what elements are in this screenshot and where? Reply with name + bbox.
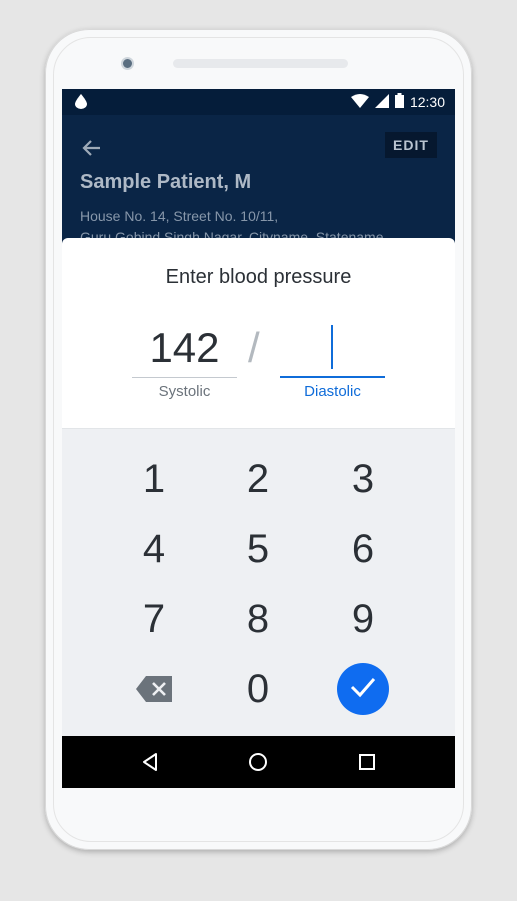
systolic-underline	[132, 377, 237, 378]
backspace-icon[interactable]	[114, 659, 194, 719]
signal-icon	[374, 93, 389, 111]
battery-icon	[394, 93, 404, 111]
key-1[interactable]: 1	[114, 449, 194, 509]
recents-square-icon[interactable]	[355, 750, 379, 774]
status-time: 12:30	[409, 94, 445, 110]
systolic-label: Systolic	[158, 383, 211, 400]
key-2[interactable]: 2	[218, 449, 298, 509]
blood-pressure-sheet: Enter blood pressure 142 / Systolic Dias…	[62, 238, 455, 428]
key-6[interactable]: 6	[323, 519, 403, 579]
check-icon	[349, 676, 377, 703]
done-button[interactable]	[337, 663, 389, 715]
patient-header: EDIT Sample Patient, M House No. 14, Str…	[62, 115, 455, 245]
key-0[interactable]: 0	[218, 659, 298, 719]
diastolic-label: Diastolic	[304, 383, 361, 400]
front-camera-icon	[121, 57, 134, 70]
status-bar: 12:30	[62, 89, 455, 115]
patient-name: Sample Patient, M	[80, 171, 252, 193]
systolic-input[interactable]: 142	[132, 320, 237, 378]
back-triangle-icon[interactable]	[138, 750, 162, 774]
phone-screen: 12:30 EDIT Sample Patient, M House No. 1…	[62, 89, 455, 788]
back-arrow-icon[interactable]	[79, 135, 105, 161]
key-5[interactable]: 5	[218, 519, 298, 579]
numeric-keypad: 1 2 3 4 5 6 7 8 9 0	[62, 428, 455, 737]
diastolic-underline	[280, 376, 385, 378]
drop-icon	[75, 94, 87, 112]
earpiece-speaker	[173, 59, 348, 68]
sheet-title: Enter blood pressure	[165, 266, 352, 288]
bp-separator: /	[248, 324, 260, 371]
key-8[interactable]: 8	[218, 589, 298, 649]
home-circle-icon[interactable]	[246, 750, 270, 774]
key-9[interactable]: 9	[323, 589, 403, 649]
key-3[interactable]: 3	[323, 449, 403, 509]
edit-button[interactable]: EDIT	[385, 132, 437, 158]
key-7[interactable]: 7	[114, 589, 194, 649]
key-4[interactable]: 4	[114, 519, 194, 579]
diastolic-input[interactable]	[280, 320, 385, 378]
text-cursor	[331, 325, 333, 369]
system-nav-bar	[62, 736, 455, 788]
systolic-value: 142	[149, 324, 220, 371]
address-line-1: House No. 14, Street No. 10/11,	[80, 208, 279, 224]
wifi-icon	[350, 93, 369, 111]
